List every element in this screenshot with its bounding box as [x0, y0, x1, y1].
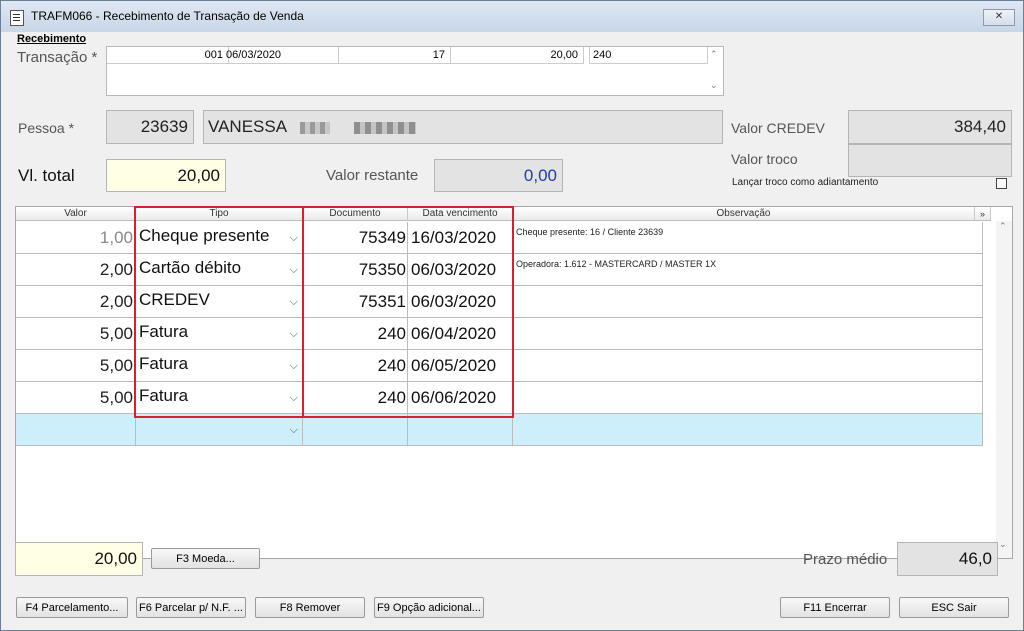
transacao-box: 001 06/03/2020 17 20,00 240 ⌃ ⌄ [106, 46, 724, 96]
cell-valor[interactable]: 1,00 [16, 222, 136, 253]
pessoa-name-field[interactable]: VANESSA [203, 110, 723, 144]
window-title: TRAFM066 - Recebimento de Transação de V… [31, 9, 304, 23]
chevron-down-icon[interactable]: ⌵ [290, 424, 298, 436]
cell-valor[interactable]: 5,00 [16, 382, 136, 413]
highlight-box [134, 206, 514, 418]
valor-troco-label: Valor troco [731, 151, 798, 167]
prazo-medio-field[interactable]: 46,0 [897, 542, 998, 576]
cell-observacao[interactable] [513, 382, 983, 413]
transacao-field-4[interactable]: 20,00 [451, 47, 584, 64]
title-bar: TRAFM066 - Recebimento de Transação de V… [1, 1, 1023, 32]
scroll-up-icon[interactable]: ⌃ [999, 221, 1007, 232]
cell-observacao[interactable] [513, 286, 983, 317]
transacao-label: Transação * [17, 49, 98, 66]
col-chooser-icon[interactable]: » [975, 207, 991, 221]
grid-scrollbar[interactable]: ⌃ ⌄ [996, 221, 1012, 558]
transacao-scroll-down-icon[interactable]: ⌄ [710, 80, 718, 91]
new-row[interactable]: ⌵ [16, 414, 983, 446]
col-header-observacao[interactable]: Observação [513, 207, 975, 221]
vl-total-label: Vl. total [18, 166, 75, 185]
vl-total-field[interactable]: 20,00 [106, 159, 226, 192]
prazo-medio-label: Prazo médio [803, 551, 888, 568]
cell-observacao[interactable] [513, 318, 983, 349]
cell-valor[interactable]: 2,00 [16, 254, 136, 285]
cell-vencimento-new[interactable] [408, 414, 513, 445]
moeda-button[interactable]: F3 Moeda... [151, 548, 260, 569]
section-label: Recebimento [17, 33, 87, 45]
valor-credev-field[interactable]: 384,40 [848, 110, 1012, 144]
parcelar-nf-button[interactable]: F6 Parcelar p/ N.F. ... [136, 597, 246, 618]
sair-button[interactable]: ESC Sair [899, 597, 1009, 618]
cell-tipo-new[interactable]: ⌵ [136, 414, 303, 445]
transacao-field-5[interactable]: 240 [589, 47, 708, 64]
lancar-troco-label: Lançar troco como adiantamento [732, 177, 879, 188]
cell-documento-new[interactable] [303, 414, 408, 445]
transacao-scroll-up-icon[interactable]: ⌃ [710, 49, 718, 60]
close-icon[interactable]: ✕ [983, 9, 1015, 26]
cell-observacao-new[interactable] [513, 414, 983, 445]
encerrar-button[interactable]: F11 Encerrar [780, 597, 890, 618]
footer-total-field[interactable]: 20,00 [15, 542, 143, 576]
scroll-down-icon[interactable]: ⌄ [999, 539, 1007, 550]
cell-valor[interactable]: 2,00 [16, 286, 136, 317]
cell-observacao[interactable]: Cheque presente: 16 / Cliente 23639 [513, 222, 983, 253]
highlight-divider [302, 206, 304, 418]
cell-observacao[interactable] [513, 350, 983, 381]
transacao-date-field[interactable]: 06/03/2020 [225, 47, 339, 64]
cell-valor[interactable]: 5,00 [16, 318, 136, 349]
valor-credev-label: Valor CREDEV [731, 120, 825, 136]
main-window: TRAFM066 - Recebimento de Transação de V… [0, 0, 1024, 631]
pessoa-label: Pessoa * [18, 120, 75, 136]
pessoa-name-blurred [300, 122, 330, 134]
remover-button[interactable]: F8 Remover [255, 597, 365, 618]
pessoa-name-text: VANESSA [208, 117, 288, 136]
col-header-valor[interactable]: Valor [16, 207, 136, 221]
valor-restante-label: Valor restante [326, 167, 419, 184]
valor-restante-field[interactable]: 0,00 [434, 159, 563, 192]
opcao-adicional-button[interactable]: F9 Opção adicional... [374, 597, 484, 618]
cell-observacao[interactable]: Operadora: 1.612 - MASTERCARD / MASTER 1… [513, 254, 983, 285]
pessoa-code-field[interactable]: 23639 [106, 110, 194, 144]
transacao-field-3[interactable]: 17 [338, 47, 451, 64]
valor-troco-field[interactable] [848, 144, 1012, 177]
cell-valor[interactable]: 5,00 [16, 350, 136, 381]
pessoa-name-blurred-2 [354, 122, 416, 134]
form-body: Recebimento Transação * 001 06/03/2020 1… [6, 32, 1018, 626]
transacao-field-1[interactable]: 001 [107, 47, 229, 64]
lancar-troco-checkbox[interactable] [996, 178, 1007, 189]
cell-valor-new[interactable] [16, 414, 136, 445]
document-icon [10, 10, 24, 26]
parcelamento-button[interactable]: F4 Parcelamento... [16, 597, 128, 618]
